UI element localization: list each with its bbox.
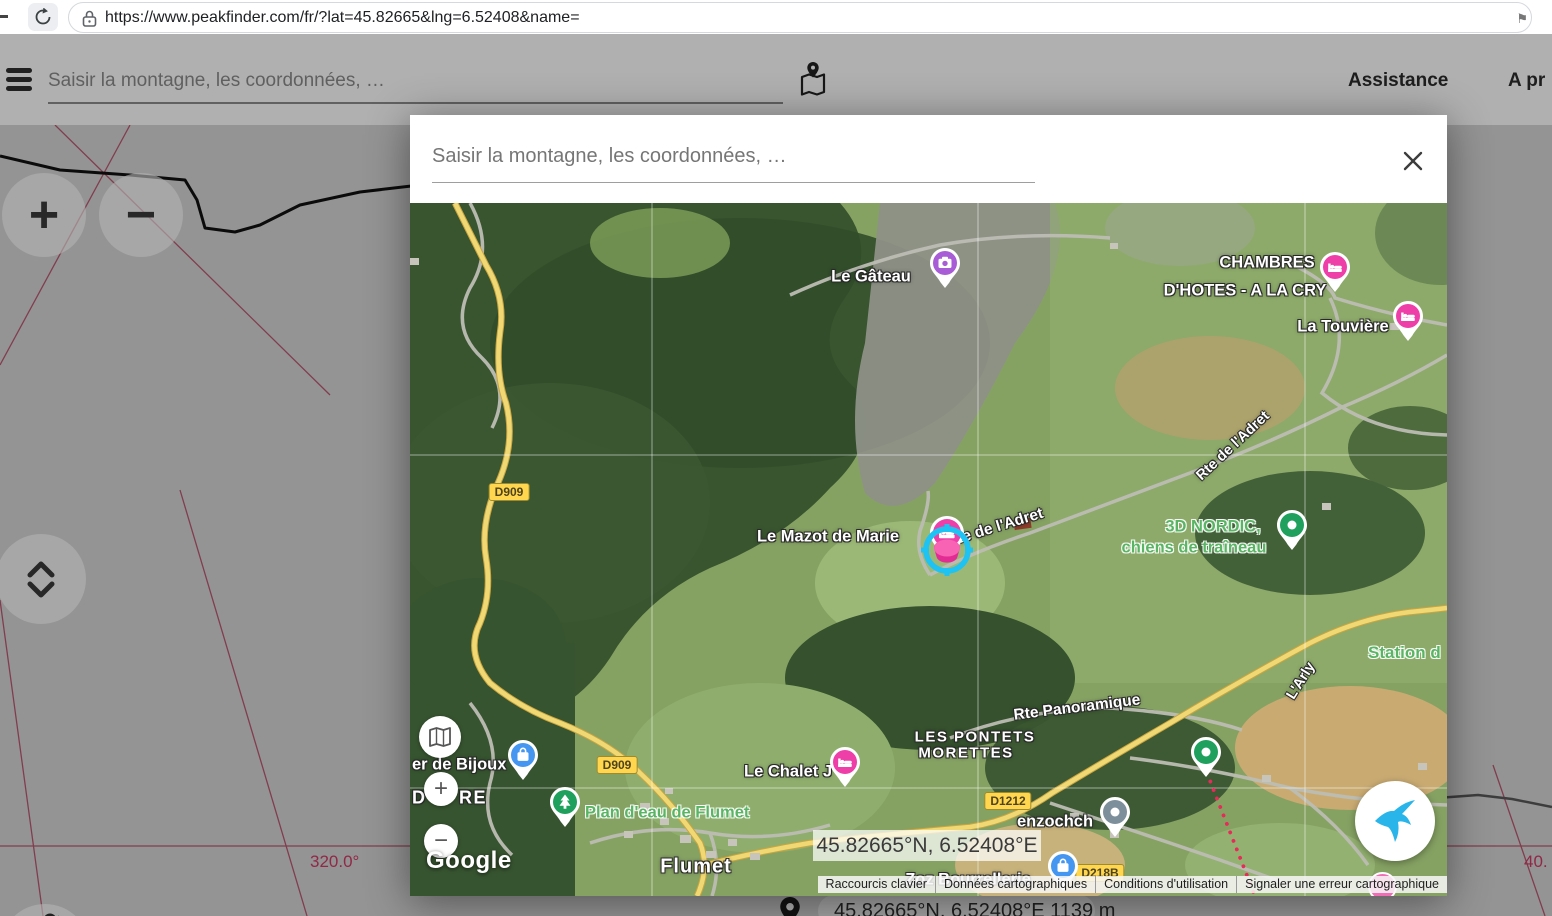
browser-toolbar: https://www.peakfinder.com/fr/?lat=45.82… — [0, 0, 1552, 34]
area-label-fragment-re: RE — [459, 787, 488, 808]
poi-label-touviere[interactable]: La Touvière — [1297, 318, 1388, 337]
poi-label-station[interactable]: Station d — [1368, 643, 1441, 663]
footer-mapdata-link[interactable]: Données cartographiques — [934, 876, 1095, 893]
footer-report-link[interactable]: Signaler une erreur cartographique — [1236, 876, 1447, 893]
url-text[interactable]: https://www.peakfinder.com/fr/?lat=45.82… — [105, 9, 580, 27]
town-label-flumet[interactable]: Flumet — [660, 856, 732, 879]
poi-label-chambres-2[interactable]: D'HOTES - A LA CRY — [1164, 282, 1327, 301]
map-type-button[interactable] — [419, 716, 461, 758]
reload-icon — [35, 8, 51, 25]
pink-droplet — [934, 539, 960, 563]
poi-label-chalet[interactable]: Le Chalet J — [744, 763, 832, 782]
dialog-search-input[interactable]: Saisir la montagne, les coordonnées, … — [432, 145, 787, 168]
map-zoom-in-label: + — [433, 775, 448, 802]
road-badge-d909-a: D909 — [488, 483, 530, 501]
poi-label-chambres-1[interactable]: CHAMBRES — [1219, 254, 1314, 273]
bird-icon — [1375, 800, 1415, 842]
area-label-pontets-1: LES PONTETS — [914, 728, 1036, 746]
marker-green-unlabeled[interactable] — [1191, 737, 1221, 782]
poi-label-mazot[interactable]: Le Mazot de Marie — [757, 528, 899, 547]
close-icon[interactable] — [1401, 149, 1425, 173]
google-logo[interactable]: Google — [426, 847, 512, 875]
footer-terms-link[interactable]: Conditions d'utilisation — [1095, 876, 1236, 893]
coordinates-overlay: 45.82665°N, 6.52408°E — [813, 830, 1041, 861]
satellite-map[interactable]: D909 D909 D1212 D218B Rte de l'Adret Rte… — [410, 203, 1447, 896]
poi-label-gateau[interactable]: Le Gâteau — [831, 268, 911, 287]
poi-label-bijoux[interactable]: er de Bijoux — [412, 756, 506, 775]
marker-enzochch-gray[interactable] — [1100, 797, 1130, 842]
search-map-dialog: Saisir la montagne, les coordonnées, … D… — [410, 115, 1447, 896]
marker-nordic-green[interactable] — [1277, 510, 1307, 555]
selected-location-marker[interactable] — [911, 512, 983, 589]
peakfinder-view-button[interactable] — [1355, 781, 1435, 861]
map-zoom-in-button[interactable]: + — [424, 772, 458, 806]
map-icon — [429, 727, 451, 747]
address-bar[interactable]: https://www.peakfinder.com/fr/?lat=45.82… — [68, 2, 1532, 33]
poi-label-nordic-1[interactable]: 3D NORDIC, — [1165, 518, 1260, 537]
marker-chambres-lodging[interactable] — [1320, 252, 1350, 297]
marker-chalet-lodging[interactable] — [830, 747, 860, 792]
marker-gateau-camera[interactable] — [930, 248, 960, 293]
road-badge-d909-b: D909 — [596, 756, 638, 774]
dialog-header: Saisir la montagne, les coordonnées, … — [410, 115, 1447, 203]
road-badge-d1212: D1212 — [984, 792, 1032, 810]
poi-label-plan-deau[interactable]: Plan d'eau de Flumet — [585, 804, 749, 823]
marker-bijoux-shopping[interactable] — [508, 740, 538, 785]
lock-icon[interactable] — [82, 10, 97, 32]
footer-shortcuts-link[interactable]: Raccourcis clavier — [818, 876, 935, 893]
marker-touviere-lodging[interactable] — [1393, 301, 1423, 346]
poi-label-nordic-2[interactable]: chiens de traîneau — [1122, 539, 1267, 558]
map-footer: Raccourcis clavier Données cartographiqu… — [817, 876, 1447, 893]
dialog-search-underline — [432, 182, 1035, 183]
marker-plan-deau-park[interactable] — [550, 787, 580, 832]
reload-button[interactable] — [28, 3, 58, 31]
area-label-pontets-2: MORETTES — [918, 744, 1014, 762]
poi-label-enzochch[interactable]: enzochch — [1017, 813, 1093, 832]
back-icon[interactable] — [0, 15, 8, 18]
bookmark-flag-icon[interactable]: ⚑ — [1516, 11, 1528, 27]
